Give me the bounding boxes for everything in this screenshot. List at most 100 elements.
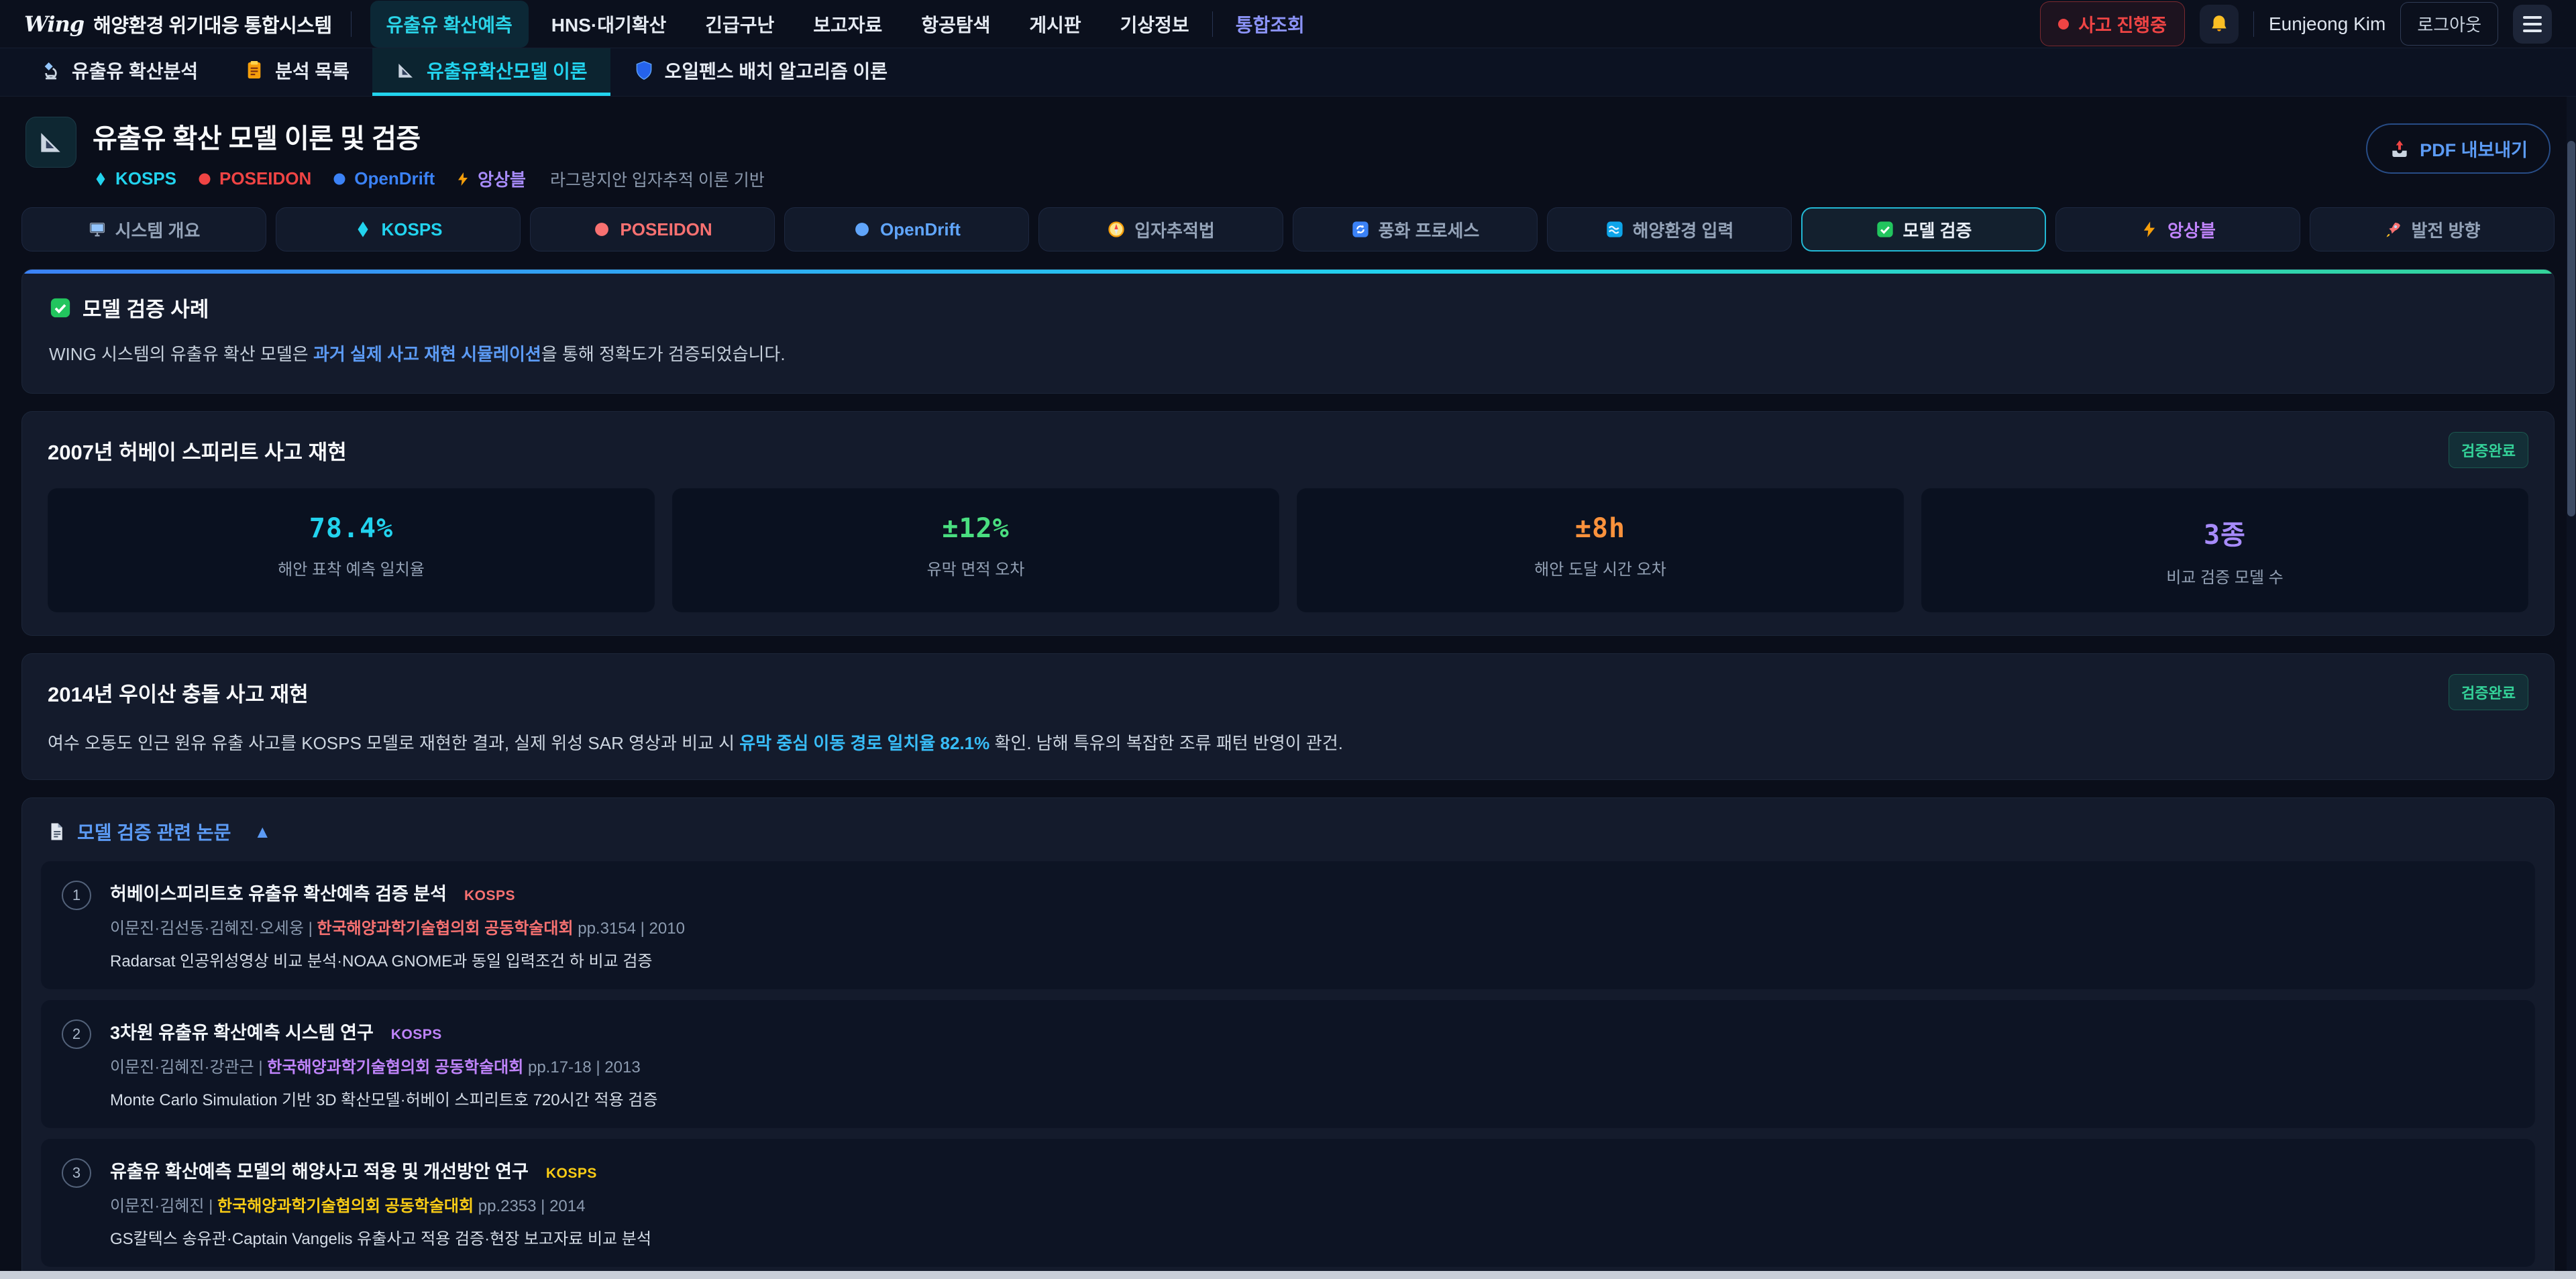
case-card-hebei-spirit: 2007년 허베이 스피리트 사고 재현 검증완료 78.4%해안 표착 예측 …	[21, 411, 2555, 636]
diamond-icon	[354, 220, 372, 239]
check-icon	[1876, 220, 1894, 239]
section-nav-button[interactable]: 발전 방향	[2310, 207, 2555, 252]
rocket-icon	[2384, 220, 2403, 239]
paper-model-tag: KOSPS	[464, 888, 515, 904]
section-nav-button[interactable]: 시스템 개요	[21, 207, 266, 252]
stat-value: ±12%	[680, 513, 1272, 544]
stat-label: 해안 표착 예측 일치율	[55, 556, 647, 579]
bolt-icon	[455, 171, 471, 187]
paper-meta: 이문진·김선동·김혜진·오세웅 | 한국해양과학기술협의회 공동학술대회 pp.…	[110, 915, 685, 938]
notifications-button[interactable]	[2200, 5, 2239, 44]
main-menu-item[interactable]: 통합조회	[1220, 1, 1321, 48]
paper-number: 3	[62, 1158, 91, 1188]
microscope-icon	[40, 60, 62, 81]
main-menu-item[interactable]: HNS·대기확산	[535, 1, 682, 48]
sub-tab[interactable]: 오일펜스 배치 알고리즘 이론	[610, 48, 910, 96]
paper-venue: 한국해양과학기술협의회 공동학술대회	[317, 920, 574, 938]
section-nav-label: 시스템 개요	[115, 217, 201, 242]
paper-title: 유출유 확산예측 모델의 해양사고 적용 및 개선방안 연구	[110, 1157, 529, 1183]
incident-status-badge[interactable]: 사고 진행중	[2040, 1, 2185, 46]
intro-body: WING 시스템의 유출유 확산 모델은 과거 실제 사고 재현 시뮬레이션을 …	[49, 341, 2527, 368]
logo-wing-text: Wing	[24, 11, 84, 37]
section-nav-button[interactable]: 풍화 프로세스	[1293, 207, 1538, 252]
main-menu-item[interactable]: 긴급구난	[689, 1, 790, 48]
section-nav-button[interactable]: 모델 검증	[1801, 207, 2046, 252]
verified-badge: 검증완료	[2449, 674, 2528, 710]
paper-pages-year: pp.17-18 | 2013	[523, 1058, 640, 1076]
shield-icon	[633, 60, 655, 81]
sub-tab[interactable]: 분석 목록	[221, 48, 372, 96]
main-menu-item[interactable]: 유출유 확산예측	[370, 1, 529, 48]
logout-button[interactable]: 로그아웃	[2400, 2, 2498, 46]
cycle-icon	[1351, 220, 1370, 239]
stat-label: 비교 검증 모델 수	[1929, 564, 2521, 588]
stat-value: 3종	[1929, 513, 2521, 552]
hamburger-menu-button[interactable]	[2513, 5, 2552, 44]
stat-box: 78.4%해안 표착 예측 일치율	[48, 488, 655, 612]
user-name: Eunjeong Kim	[2269, 13, 2385, 35]
intro-highlight: 과거 실제 사고 재현 시뮬레이션	[313, 344, 541, 364]
main-menu-item[interactable]: 게시판	[1013, 1, 1097, 48]
main-menu-item[interactable]: 항공탐색	[905, 1, 1006, 48]
page-title: 유출유 확산 모델 이론 및 검증	[93, 117, 765, 156]
section-nav-button[interactable]: 앙상블	[2055, 207, 2300, 252]
vertical-scrollbar-thumb[interactable]	[2567, 141, 2575, 516]
case1-title: 2007년 허베이 스피리트 사고 재현	[48, 435, 347, 465]
section-nav-button[interactable]: 해양환경 입력	[1547, 207, 1792, 252]
vertical-scrollbar-track	[2567, 97, 2576, 1271]
paper-model-tag: KOSPS	[391, 1027, 442, 1043]
stat-label: 해안 도달 시간 오차	[1304, 556, 1896, 579]
circle-icon	[592, 220, 611, 239]
horizontal-scrollbar[interactable]	[0, 1271, 2576, 1279]
pdf-export-button[interactable]: PDF 내보내기	[2366, 123, 2551, 174]
check-square-icon	[49, 296, 72, 319]
circle-icon	[853, 220, 871, 239]
section-nav-label: KOSPS	[381, 219, 442, 240]
section-nav-button[interactable]: OpenDrift	[784, 207, 1029, 252]
ruler-icon	[36, 127, 66, 157]
paper-row[interactable]: 23차원 유출유 확산예측 시스템 연구KOSPS이문진·김혜진·강관근 | 한…	[41, 1000, 2535, 1128]
paper-number: 2	[62, 1019, 91, 1049]
sub-tab-label: 분석 목록	[275, 57, 350, 84]
top-navbar: Wing 해양환경 위기대응 통합시스템 유출유 확산예측HNS·대기확산긴급구…	[0, 0, 2576, 48]
paper-authors: 이문진·김혜진 |	[110, 1197, 217, 1215]
section-nav-label: 입자추적법	[1134, 217, 1215, 242]
sub-tab-label: 유출유 확산분석	[72, 57, 198, 84]
main-menu: 유출유 확산예측HNS·대기확산긴급구난보고자료항공탐색게시판기상정보 통합조회	[370, 1, 2022, 48]
page-icon-tile	[25, 117, 76, 168]
incident-status-label: 사고 진행중	[2078, 11, 2167, 37]
bell-icon	[2208, 13, 2231, 36]
sub-tab[interactable]: 유출유확산모델 이론	[372, 48, 610, 96]
intro-title: 모델 검증 사례	[83, 292, 209, 323]
app-logo[interactable]: Wing 해양환경 위기대응 통합시스템	[24, 10, 332, 38]
paper-row[interactable]: 3유출유 확산예측 모델의 해양사고 적용 및 개선방안 연구KOSPS이문진·…	[41, 1139, 2535, 1267]
main-menu-item[interactable]: 기상정보	[1104, 1, 1205, 48]
circle-icon	[331, 171, 347, 187]
monitor-icon	[88, 220, 107, 239]
sub-tab[interactable]: 유출유 확산분석	[17, 48, 221, 96]
paper-description: Monte Carlo Simulation 기반 3D 확산모델·허베이 스피…	[110, 1087, 657, 1110]
section-nav-button[interactable]: KOSPS	[276, 207, 521, 252]
paper-row[interactable]: 1허베이스피리트호 유출유 확산예측 검증 분석KOSPS이문진·김선동·김혜진…	[41, 861, 2535, 989]
section-nav-button[interactable]: 입자추적법	[1038, 207, 1283, 252]
stat-box: ±8h 해안 도달 시간 오차	[1297, 488, 1904, 612]
section-nav-label: 앙상블	[2167, 217, 2216, 242]
bolt-icon	[2140, 220, 2159, 239]
paper-venue: 한국해양과학기술협의회 공동학술대회	[217, 1197, 474, 1215]
divider	[351, 11, 352, 37]
main-menu-item[interactable]: 보고자료	[797, 1, 898, 48]
paper-title: 허베이스피리트호 유출유 확산예측 검증 분석	[110, 879, 447, 905]
paper-meta: 이문진·김혜진·강관근 | 한국해양과학기술협의회 공동학술대회 pp.17-1…	[110, 1054, 657, 1077]
validation-intro-card: 모델 검증 사례 WING 시스템의 유출유 확산 모델은 과거 실제 사고 재…	[21, 269, 2555, 394]
papers-title: 모델 검증 관련 논문	[77, 818, 231, 845]
collapse-toggle[interactable]: ▲	[254, 822, 271, 842]
papers-list: 1허베이스피리트호 유출유 확산예측 검증 분석KOSPS이문진·김선동·김혜진…	[41, 861, 2535, 1279]
circle-icon	[197, 171, 213, 187]
section-nav-label: POSEIDON	[620, 219, 712, 240]
clipboard-icon	[244, 60, 265, 81]
section-nav-label: 해양환경 입력	[1633, 217, 1734, 242]
stat-value: ±8h	[1304, 513, 1896, 544]
section-nav-button[interactable]: POSEIDON	[530, 207, 775, 252]
status-dot-icon	[2058, 19, 2069, 30]
paper-description: GS칼텍스 송유관·Captain Vangelis 유출사고 적용 검증·현장…	[110, 1225, 651, 1249]
